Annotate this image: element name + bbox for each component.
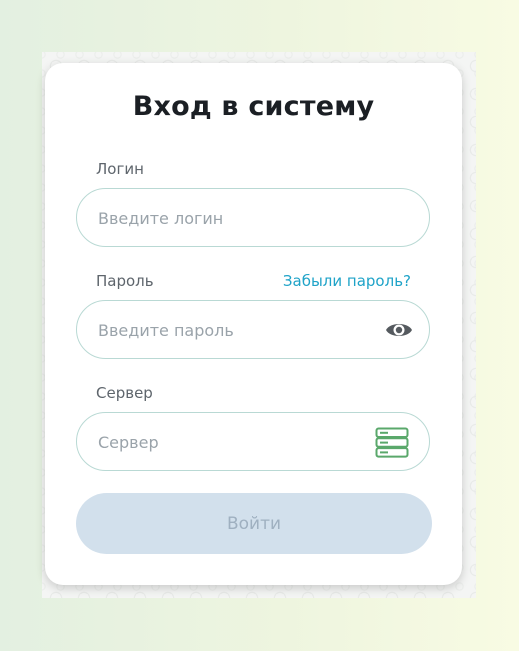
server-icon [375,427,409,458]
password-label: Пароль [96,272,154,290]
login-card: Вход в систему Логин Пароль Забыли парол… [45,63,462,585]
login-button[interactable]: Войти [76,493,432,554]
login-field[interactable] [76,188,430,248]
login-label: Логин [96,160,144,178]
page-title: Вход в систему [132,91,375,122]
password-field[interactable] [76,300,430,360]
password-input[interactable] [96,301,370,360]
eye-icon[interactable] [385,318,413,342]
forgot-password-link[interactable]: Забыли пароль? [283,272,411,290]
server-label: Сервер [96,384,153,402]
server-field[interactable] [76,412,430,472]
server-input[interactable] [96,413,370,472]
login-input[interactable] [96,189,370,248]
